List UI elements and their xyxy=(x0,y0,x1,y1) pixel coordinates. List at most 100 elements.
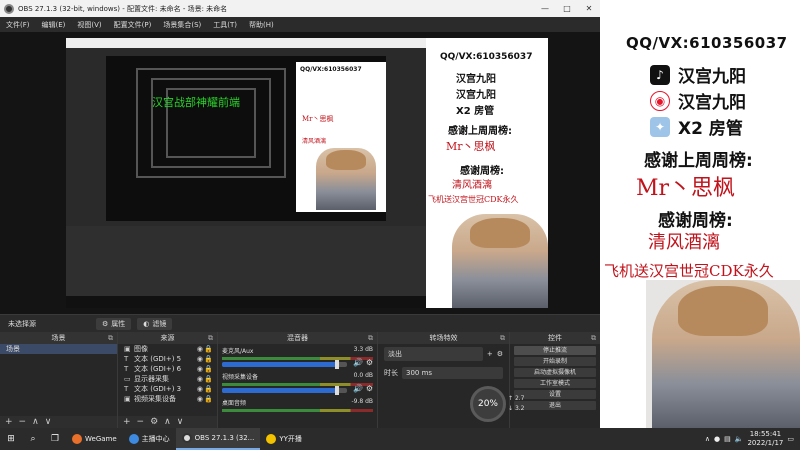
source-item[interactable]: ▣ 视频采集设备 ◉ 🔒 xyxy=(118,394,217,404)
network-speeds: ↑ 2.7 ↓ 3.2 xyxy=(508,395,525,412)
remove-icon[interactable]: − xyxy=(19,417,27,427)
menu-file[interactable]: 文件(F) xyxy=(0,20,36,30)
network-icon[interactable]: ▤ xyxy=(724,435,731,443)
gear-icon: ⚙ xyxy=(102,319,109,328)
overlay-this-week-name: 清风酒漓 xyxy=(648,232,720,253)
source-item[interactable]: T 文本 (GDI+) 5 ◉ 🔒 xyxy=(118,354,217,364)
down-icon[interactable]: ∨ xyxy=(177,417,184,427)
maximize-icon[interactable]: □ xyxy=(556,0,578,17)
nested-title-bar xyxy=(66,38,426,48)
gear-icon[interactable]: ⚙ xyxy=(497,350,503,358)
tray-app-icon[interactable]: ● xyxy=(714,435,720,443)
exit-button[interactable]: 退出 xyxy=(514,401,596,410)
virtual-camera-button[interactable]: 启动虚拟摄像机 xyxy=(514,368,596,377)
sources-dock: 来源 ⧉ ▣ 图像 ◉ 🔒 T 文本 (GDI+) 5 ◉ 🔒 T 文本 (GDI+) 6 ◉ 🔒 … xyxy=(118,332,218,428)
scenes-header: 场景 ⧉ xyxy=(0,332,117,344)
menu-profile[interactable]: 配置文件(P) xyxy=(108,20,158,30)
cap-last-week-name: Mr丶思枫 xyxy=(446,140,496,153)
taskbar-app-anchor-center[interactable]: 主播中心 xyxy=(123,428,176,450)
scenes-dock: 场景 ⧉ 场景 + − ∧ ∨ xyxy=(0,332,118,428)
stop-streaming-button[interactable]: 停止推流 xyxy=(514,346,596,355)
filters-button[interactable]: ◐ 滤镜 xyxy=(137,317,173,330)
gear-icon[interactable]: ⚙ xyxy=(366,384,373,393)
minimize-icon[interactable]: — xyxy=(534,0,556,17)
taskbar-clock[interactable]: 18:55:41 2022/1/17 xyxy=(747,430,783,448)
lock-icon: 🔒 xyxy=(204,395,213,403)
lock-icon: 🔒 xyxy=(204,375,213,383)
nested-taskbar xyxy=(66,296,426,308)
close-icon[interactable]: ✕ xyxy=(578,0,600,17)
preview-canvas[interactable]: 汉宫战部神耀前端 QQ/VX:610356037 Mr丶思枫 清风酒漓 QQ/V… xyxy=(0,32,600,314)
volume-fader[interactable] xyxy=(222,360,347,369)
obs-window: OBS 27.1.3 (32-bit, windows) - 配置文件: 未命名… xyxy=(0,0,600,428)
window-title: OBS 27.1.3 (32-bit, windows) - 配置文件: 未命名… xyxy=(18,4,228,13)
tray-chevron-icon[interactable]: ∧ xyxy=(705,435,710,443)
lock-icon: 🔒 xyxy=(204,365,213,373)
scene-item[interactable]: 场景 xyxy=(0,344,117,354)
nested-this-week-name: 清风酒漓 xyxy=(302,138,327,145)
volume-fader[interactable] xyxy=(222,386,347,395)
speaker-icon[interactable]: 🔊 xyxy=(353,384,363,393)
sources-footer: + − ⚙ ∧ ∨ xyxy=(118,416,217,428)
gear-icon[interactable]: ⚙ xyxy=(150,417,158,427)
speaker-icon[interactable]: 🔊 xyxy=(353,358,363,367)
up-icon[interactable]: ∧ xyxy=(164,417,171,427)
windows-taskbar: ⊞ ⌕ ❐ WeGame 主播中心 OBS 27.1.3 (32... YY开播… xyxy=(0,428,800,450)
gear-icon[interactable]: ⚙ xyxy=(366,358,373,367)
start-recording-button[interactable]: 开始录制 xyxy=(514,357,596,366)
volume-meter xyxy=(222,357,373,360)
cap-weibo: 汉宫九阳 xyxy=(456,90,496,101)
pin-icon: ⧉ xyxy=(108,334,113,342)
taskbar-app-wegame[interactable]: WeGame xyxy=(66,428,123,450)
source-item[interactable]: T 文本 (GDI+) 3 ◉ 🔒 xyxy=(118,384,217,394)
transition-select-row: 淡出 + ⚙ xyxy=(378,344,509,364)
system-tray: ∧ ● ▤ 🔈 18:55:41 2022/1/17 ▭ xyxy=(705,428,800,450)
cap-last-week-title: 感谢上周周榜: xyxy=(448,126,512,137)
task-view-icon[interactable]: ❐ xyxy=(44,434,66,444)
pin-icon: ⧉ xyxy=(591,334,596,342)
no-source-label: 未选择源 xyxy=(8,319,36,328)
mixer-dock: 混音器 ⧉ 麦克风/Aux 3.3 dB 🔊 ⚙ 视频采集设备 0.0 dB 🔊 … xyxy=(218,332,378,428)
taskbar-app-obs[interactable]: OBS 27.1.3 (32... xyxy=(175,428,261,450)
windows-start-icon[interactable]: ⊞ xyxy=(0,434,22,444)
add-icon[interactable]: + xyxy=(5,417,13,427)
remove-icon[interactable]: − xyxy=(137,417,145,427)
down-icon[interactable]: ∨ xyxy=(45,417,52,427)
duration-input[interactable]: 300 ms xyxy=(402,367,503,379)
menu-view[interactable]: 视图(V) xyxy=(71,20,107,30)
menu-edit[interactable]: 编辑(E) xyxy=(36,20,72,30)
add-icon[interactable]: + xyxy=(487,350,493,358)
download-icon: ↓ xyxy=(508,405,514,412)
hair-shape xyxy=(678,286,768,336)
mixer-channel: 麦克风/Aux 3.3 dB 🔊 ⚙ xyxy=(222,346,373,369)
notification-icon[interactable]: ▭ xyxy=(787,435,794,443)
menu-scene-collection[interactable]: 场景集合(S) xyxy=(157,20,207,30)
cpu-gauge: 20% xyxy=(470,386,506,422)
source-item[interactable]: ▭ 显示器采集 ◉ 🔒 xyxy=(118,374,217,384)
source-item[interactable]: T 文本 (GDI+) 6 ◉ 🔒 xyxy=(118,364,217,374)
cap-guan: X2 房管 xyxy=(456,106,495,117)
lock-icon: 🔒 xyxy=(204,345,213,353)
properties-button[interactable]: ⚙ 属性 xyxy=(96,317,132,330)
source-item[interactable]: ▣ 图像 ◉ 🔒 xyxy=(118,344,217,354)
hair-shape xyxy=(326,150,366,170)
overlay-guan-row: ✦ X2 房管 xyxy=(650,114,743,139)
nested-overlay: QQ/VX:610356037 Mr丶思枫 清风酒漓 xyxy=(296,62,386,212)
volume-meter xyxy=(222,409,373,412)
settings-button[interactable]: 设置 xyxy=(514,390,596,399)
studio-mode-button[interactable]: 工作室模式 xyxy=(514,379,596,388)
cap-webcam xyxy=(452,214,548,308)
menu-help[interactable]: 帮助(H) xyxy=(243,20,280,30)
nested-docks xyxy=(66,226,426,298)
transition-select[interactable]: 淡出 xyxy=(384,347,483,361)
game-icon: ✦ xyxy=(650,116,670,137)
mixer-channel: 视频采集设备 0.0 dB 🔊 ⚙ xyxy=(222,372,373,395)
tiktok-icon: ♪ xyxy=(650,64,670,85)
add-icon[interactable]: + xyxy=(123,417,131,427)
search-icon[interactable]: ⌕ xyxy=(22,434,44,444)
volume-icon[interactable]: 🔈 xyxy=(735,435,744,443)
eye-icon: ◉ xyxy=(196,365,203,373)
menu-tools[interactable]: 工具(T) xyxy=(207,20,243,30)
taskbar-app-yy[interactable]: YY开播 xyxy=(260,428,308,450)
up-icon[interactable]: ∧ xyxy=(32,417,39,427)
